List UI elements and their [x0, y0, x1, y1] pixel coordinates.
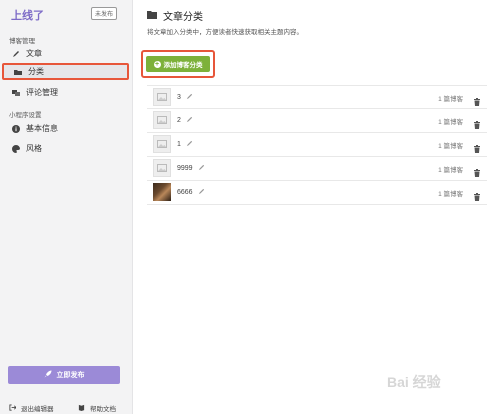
- add-category-button[interactable]: + 添加博客分类: [146, 56, 210, 72]
- category-row[interactable]: 9999 1 篇博客: [147, 157, 487, 181]
- publish-button[interactable]: 立即发布: [8, 366, 120, 384]
- brand-logo[interactable]: 上线了: [11, 7, 44, 23]
- folder-icon: [14, 68, 22, 76]
- mini-section-title: 小程序设置: [9, 112, 42, 119]
- exit-editor-link[interactable]: 退出编辑器: [9, 403, 54, 413]
- sidebar-item-basic-info[interactable]: 基本信息: [2, 120, 129, 137]
- category-count: 1 篇博客: [438, 119, 463, 126]
- exit-editor-label: 退出编辑器: [21, 406, 54, 413]
- status-badge: 未发布: [91, 7, 118, 20]
- exit-icon: [9, 403, 17, 413]
- sidebar-item-label: 文章: [26, 49, 42, 58]
- trash-icon[interactable]: [473, 188, 481, 201]
- edit-icon[interactable]: [198, 164, 205, 173]
- pen-icon: [12, 50, 20, 58]
- publish-button-label: 立即发布: [56, 372, 85, 379]
- trash-icon[interactable]: [473, 164, 481, 177]
- category-row[interactable]: 6666 1 篇博客: [147, 181, 487, 205]
- trash-icon[interactable]: [473, 116, 481, 129]
- page-title: 文章分类: [147, 8, 203, 23]
- category-row[interactable]: 3 1 篇博客: [147, 85, 487, 109]
- comments-icon: [12, 89, 20, 97]
- category-thumbnail: [153, 183, 171, 201]
- edit-icon[interactable]: [186, 93, 193, 102]
- folder-icon: [147, 10, 157, 22]
- category-count: 1 篇博客: [438, 191, 463, 198]
- category-row[interactable]: 1 1 篇博客: [147, 133, 487, 157]
- edit-icon[interactable]: [186, 140, 193, 149]
- category-name: 9999: [177, 165, 193, 172]
- image-placeholder-icon: [153, 88, 171, 106]
- add-button-highlight: + 添加博客分类: [141, 50, 215, 78]
- sidebar-item-label: 基本信息: [26, 124, 58, 133]
- sidebar-item-style[interactable]: 风格: [2, 140, 129, 157]
- image-placeholder-icon: [153, 111, 171, 129]
- image-placeholder-icon: [153, 159, 171, 177]
- help-docs-link[interactable]: 帮助文档: [78, 403, 116, 413]
- rocket-icon: [44, 370, 52, 380]
- category-count: 1 篇博客: [438, 167, 463, 174]
- plus-icon: +: [153, 60, 161, 68]
- category-count: 1 篇博客: [438, 96, 463, 103]
- main-content: 文章分类 将文章加入分类中，方便读者快速获取相关主题内容。 + 添加博客分类 3…: [133, 0, 500, 414]
- blog-section-title: 博客管理: [9, 38, 35, 45]
- category-name: 2: [177, 117, 181, 124]
- sidebar-item-categories[interactable]: 分类: [2, 63, 129, 80]
- trash-icon[interactable]: [473, 93, 481, 106]
- sidebar-item-label: 评论管理: [26, 88, 58, 97]
- category-row[interactable]: 2 1 篇博客: [147, 109, 487, 133]
- edit-icon[interactable]: [186, 116, 193, 125]
- book-icon: [78, 404, 85, 413]
- watermark: Bai 经验: [387, 374, 441, 390]
- sidebar-item-label: 分类: [28, 67, 44, 76]
- sidebar-item-label: 风格: [26, 144, 42, 153]
- page-description: 将文章加入分类中，方便读者快速获取相关主题内容。: [147, 29, 303, 36]
- trash-icon[interactable]: [473, 140, 481, 153]
- help-docs-label: 帮助文档: [90, 406, 116, 413]
- page-title-text: 文章分类: [163, 12, 203, 23]
- sidebar: 上线了 未发布 博客管理 文章 分类 评论管理 小程序设置 基本信息 风格 立即…: [0, 0, 133, 414]
- category-count: 1 篇博客: [438, 143, 463, 150]
- category-name: 6666: [177, 189, 193, 196]
- sidebar-item-comments[interactable]: 评论管理: [2, 84, 129, 101]
- edit-icon[interactable]: [198, 188, 205, 197]
- info-icon: [12, 124, 20, 133]
- category-list: 3 1 篇博客 2 1 篇博客 1 1 篇博客 9999 1 篇博客 6666 …: [147, 85, 487, 205]
- palette-icon: [12, 144, 20, 153]
- image-placeholder-icon: [153, 135, 171, 153]
- add-category-label: 添加博客分类: [163, 62, 203, 69]
- category-name: 1: [177, 141, 181, 148]
- category-name: 3: [177, 94, 181, 101]
- sidebar-item-articles[interactable]: 文章: [2, 45, 129, 62]
